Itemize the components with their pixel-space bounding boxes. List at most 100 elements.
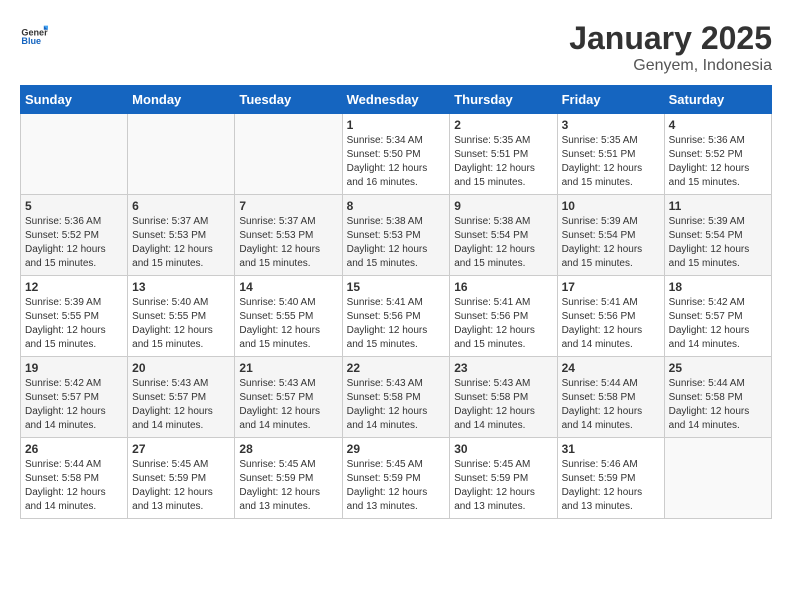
calendar-cell: 8 Sunrise: 5:38 AM Sunset: 5:53 PM Daylig… (342, 195, 450, 276)
day-info: Sunrise: 5:45 AM Sunset: 5:59 PM Dayligh… (132, 458, 230, 514)
calendar-cell: 16 Sunrise: 5:41 AM Sunset: 5:56 PM Dayli… (450, 276, 557, 357)
calendar-cell: 19 Sunrise: 5:42 AM Sunset: 5:57 PM Dayli… (21, 357, 128, 438)
day-info: Sunrise: 5:37 AM Sunset: 5:53 PM Dayligh… (132, 215, 230, 271)
calendar-cell (235, 114, 342, 195)
logo-icon: General Blue (20, 20, 48, 48)
day-number: 19 (25, 361, 123, 375)
day-number: 23 (454, 361, 552, 375)
calendar-cell: 14 Sunrise: 5:40 AM Sunset: 5:55 PM Dayli… (235, 276, 342, 357)
day-info: Sunrise: 5:39 AM Sunset: 5:54 PM Dayligh… (562, 215, 660, 271)
logo: General Blue (20, 20, 48, 48)
weekday-header-row: SundayMondayTuesdayWednesdayThursdayFrid… (21, 86, 772, 114)
calendar-cell: 27 Sunrise: 5:45 AM Sunset: 5:59 PM Dayli… (128, 438, 235, 519)
day-info: Sunrise: 5:41 AM Sunset: 5:56 PM Dayligh… (347, 296, 446, 352)
week-row-3: 12Sunrise: 5:39 AM Sunset: 5:55 PM Dayli… (21, 276, 772, 357)
month-title: January 2025 (569, 20, 772, 57)
calendar-cell: 25 Sunrise: 5:44 AM Sunset: 5:58 PM Dayli… (664, 357, 771, 438)
day-number: 2 (454, 118, 552, 132)
day-info: Sunrise: 5:38 AM Sunset: 5:53 PM Dayligh… (347, 215, 446, 271)
svg-text:Blue: Blue (21, 36, 41, 46)
day-info: Sunrise: 5:43 AM Sunset: 5:57 PM Dayligh… (132, 377, 230, 433)
calendar-cell: 23 Sunrise: 5:43 AM Sunset: 5:58 PM Dayli… (450, 357, 557, 438)
day-info: Sunrise: 5:43 AM Sunset: 5:57 PM Dayligh… (239, 377, 337, 433)
day-number: 31 (562, 442, 660, 456)
day-number: 20 (132, 361, 230, 375)
day-info: Sunrise: 5:36 AM Sunset: 5:52 PM Dayligh… (669, 134, 767, 190)
day-info: Sunrise: 5:45 AM Sunset: 5:59 PM Dayligh… (454, 458, 552, 514)
day-info: Sunrise: 5:42 AM Sunset: 5:57 PM Dayligh… (25, 377, 123, 433)
day-info: Sunrise: 5:37 AM Sunset: 5:53 PM Dayligh… (239, 215, 337, 271)
day-number: 13 (132, 280, 230, 294)
day-number: 22 (347, 361, 446, 375)
day-number: 24 (562, 361, 660, 375)
day-info: Sunrise: 5:41 AM Sunset: 5:56 PM Dayligh… (562, 296, 660, 352)
calendar-cell (128, 114, 235, 195)
calendar-cell: 10 Sunrise: 5:39 AM Sunset: 5:54 PM Dayli… (557, 195, 664, 276)
calendar-cell: 3Sunrise: 5:35 AM Sunset: 5:51 PM Daylig… (557, 114, 664, 195)
day-info: Sunrise: 5:36 AM Sunset: 5:52 PM Dayligh… (25, 215, 123, 271)
day-info: Sunrise: 5:45 AM Sunset: 5:59 PM Dayligh… (347, 458, 446, 514)
day-info: Sunrise: 5:44 AM Sunset: 5:58 PM Dayligh… (25, 458, 123, 514)
day-number: 21 (239, 361, 337, 375)
day-info: Sunrise: 5:44 AM Sunset: 5:58 PM Dayligh… (669, 377, 767, 433)
day-info: Sunrise: 5:40 AM Sunset: 5:55 PM Dayligh… (239, 296, 337, 352)
day-number: 16 (454, 280, 552, 294)
weekday-header-monday: Monday (128, 86, 235, 114)
calendar-cell: 6 Sunrise: 5:37 AM Sunset: 5:53 PM Daylig… (128, 195, 235, 276)
title-section: January 2025 Genyem, Indonesia (569, 20, 772, 75)
calendar-cell: 24Sunrise: 5:44 AM Sunset: 5:58 PM Dayli… (557, 357, 664, 438)
day-number: 15 (347, 280, 446, 294)
calendar-cell: 26 Sunrise: 5:44 AM Sunset: 5:58 PM Dayli… (21, 438, 128, 519)
day-number: 28 (239, 442, 337, 456)
calendar-cell: 12Sunrise: 5:39 AM Sunset: 5:55 PM Dayli… (21, 276, 128, 357)
day-info: Sunrise: 5:42 AM Sunset: 5:57 PM Dayligh… (669, 296, 767, 352)
day-number: 25 (669, 361, 767, 375)
day-info: Sunrise: 5:35 AM Sunset: 5:51 PM Dayligh… (454, 134, 552, 190)
weekday-header-wednesday: Wednesday (342, 86, 450, 114)
week-row-5: 26 Sunrise: 5:44 AM Sunset: 5:58 PM Dayli… (21, 438, 772, 519)
page-header: General Blue January 2025 Genyem, Indone… (20, 20, 772, 75)
calendar-cell: 22Sunrise: 5:43 AM Sunset: 5:58 PM Dayli… (342, 357, 450, 438)
day-number: 4 (669, 118, 767, 132)
weekday-header-sunday: Sunday (21, 86, 128, 114)
day-number: 9 (454, 199, 552, 213)
day-info: Sunrise: 5:34 AM Sunset: 5:50 PM Dayligh… (347, 134, 446, 190)
day-number: 30 (454, 442, 552, 456)
day-info: Sunrise: 5:46 AM Sunset: 5:59 PM Dayligh… (562, 458, 660, 514)
calendar-cell: 7 Sunrise: 5:37 AM Sunset: 5:53 PM Daylig… (235, 195, 342, 276)
weekday-header-thursday: Thursday (450, 86, 557, 114)
day-info: Sunrise: 5:43 AM Sunset: 5:58 PM Dayligh… (454, 377, 552, 433)
calendar-cell: 17 Sunrise: 5:41 AM Sunset: 5:56 PM Dayli… (557, 276, 664, 357)
calendar-cell: 15 Sunrise: 5:41 AM Sunset: 5:56 PM Dayli… (342, 276, 450, 357)
day-number: 1 (347, 118, 446, 132)
week-row-4: 19 Sunrise: 5:42 AM Sunset: 5:57 PM Dayli… (21, 357, 772, 438)
calendar-cell: 30 Sunrise: 5:45 AM Sunset: 5:59 PM Dayli… (450, 438, 557, 519)
location-title: Genyem, Indonesia (569, 57, 772, 75)
calendar-cell: 20 Sunrise: 5:43 AM Sunset: 5:57 PM Dayli… (128, 357, 235, 438)
day-number: 27 (132, 442, 230, 456)
calendar-cell (664, 438, 771, 519)
day-number: 6 (132, 199, 230, 213)
calendar-cell: 21 Sunrise: 5:43 AM Sunset: 5:57 PM Dayli… (235, 357, 342, 438)
calendar-cell: 28Sunrise: 5:45 AM Sunset: 5:59 PM Dayli… (235, 438, 342, 519)
day-info: Sunrise: 5:41 AM Sunset: 5:56 PM Dayligh… (454, 296, 552, 352)
week-row-2: 5Sunrise: 5:36 AM Sunset: 5:52 PM Daylig… (21, 195, 772, 276)
day-number: 17 (562, 280, 660, 294)
day-number: 26 (25, 442, 123, 456)
day-info: Sunrise: 5:39 AM Sunset: 5:55 PM Dayligh… (25, 296, 123, 352)
week-row-1: 1 Sunrise: 5:34 AM Sunset: 5:50 PM Daylig… (21, 114, 772, 195)
day-number: 3 (562, 118, 660, 132)
calendar-cell: 29Sunrise: 5:45 AM Sunset: 5:59 PM Dayli… (342, 438, 450, 519)
day-number: 7 (239, 199, 337, 213)
day-number: 14 (239, 280, 337, 294)
day-number: 8 (347, 199, 446, 213)
calendar-cell: 13Sunrise: 5:40 AM Sunset: 5:55 PM Dayli… (128, 276, 235, 357)
day-number: 10 (562, 199, 660, 213)
calendar-cell: 2 Sunrise: 5:35 AM Sunset: 5:51 PM Daylig… (450, 114, 557, 195)
calendar-cell: 5Sunrise: 5:36 AM Sunset: 5:52 PM Daylig… (21, 195, 128, 276)
calendar-cell: 4 Sunrise: 5:36 AM Sunset: 5:52 PM Daylig… (664, 114, 771, 195)
weekday-header-friday: Friday (557, 86, 664, 114)
calendar-cell: 9Sunrise: 5:38 AM Sunset: 5:54 PM Daylig… (450, 195, 557, 276)
weekday-header-saturday: Saturday (664, 86, 771, 114)
calendar-cell: 31 Sunrise: 5:46 AM Sunset: 5:59 PM Dayli… (557, 438, 664, 519)
